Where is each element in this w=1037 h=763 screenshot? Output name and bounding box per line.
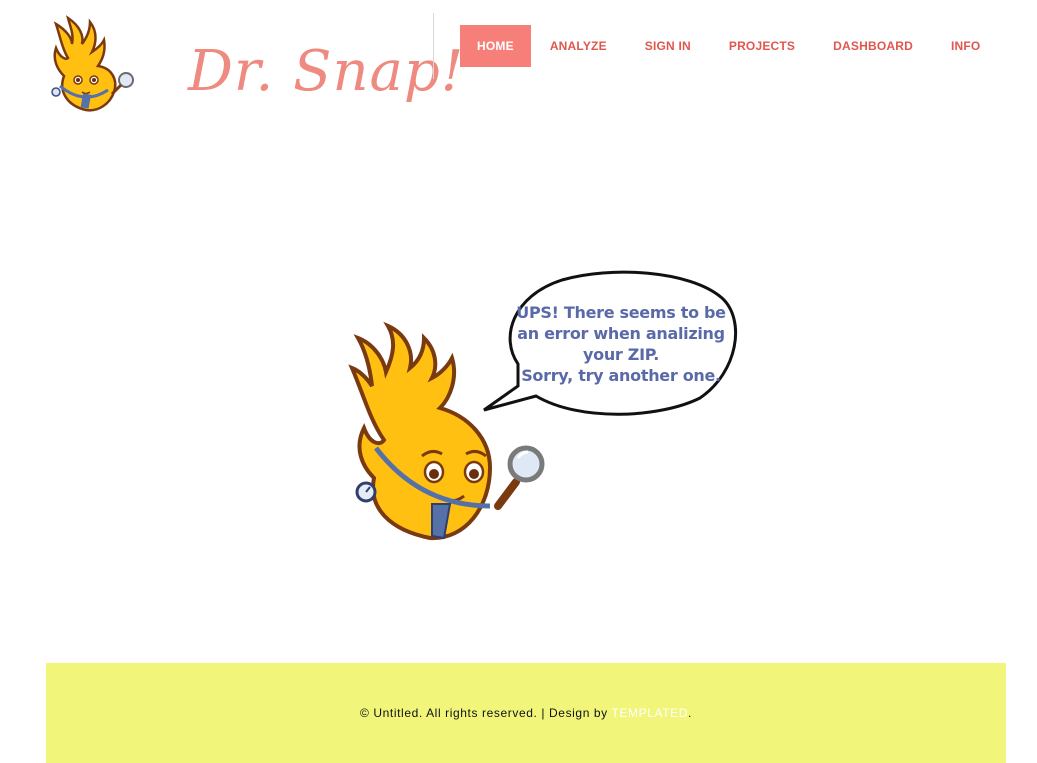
logo[interactable]: Dr. Snap! (46, 14, 463, 116)
stopwatch-icon (355, 481, 377, 503)
magnifying-glass-icon (494, 445, 545, 510)
flame-mascot (348, 321, 493, 541)
nav-analyze[interactable]: ANALYZE (531, 25, 626, 67)
nav-sign-in[interactable]: SIGN IN (626, 25, 710, 67)
nav-home[interactable]: HOME (460, 25, 531, 67)
header-divider (433, 13, 434, 79)
logo-text: Dr. Snap! (188, 39, 465, 104)
templated-link[interactable]: TEMPLATED (612, 706, 689, 720)
error-message: UPS! There seems to be an error when ana… (511, 302, 731, 386)
main-nav: HOME ANALYZE SIGN IN PROJECTS DASHBOARD … (460, 25, 999, 67)
copyright-text: © Untitled. All rights reserved. | Desig… (360, 706, 612, 720)
error-line-1: UPS! There seems to be (516, 303, 726, 322)
footer-copyright: © Untitled. All rights reserved. | Desig… (360, 706, 692, 720)
nav-dashboard[interactable]: DASHBOARD (814, 25, 932, 67)
error-line-4: Sorry, try another one. (521, 366, 721, 385)
nav-projects[interactable]: PROJECTS (710, 25, 814, 67)
error-line-3: your ZIP. (583, 345, 659, 364)
error-line-2: an error when analizing (517, 324, 725, 343)
footer-suffix: . (688, 706, 692, 720)
footer: © Untitled. All rights reserved. | Desig… (46, 663, 1006, 763)
nav-info[interactable]: INFO (932, 25, 999, 67)
flame-mascot-icon (51, 15, 134, 112)
